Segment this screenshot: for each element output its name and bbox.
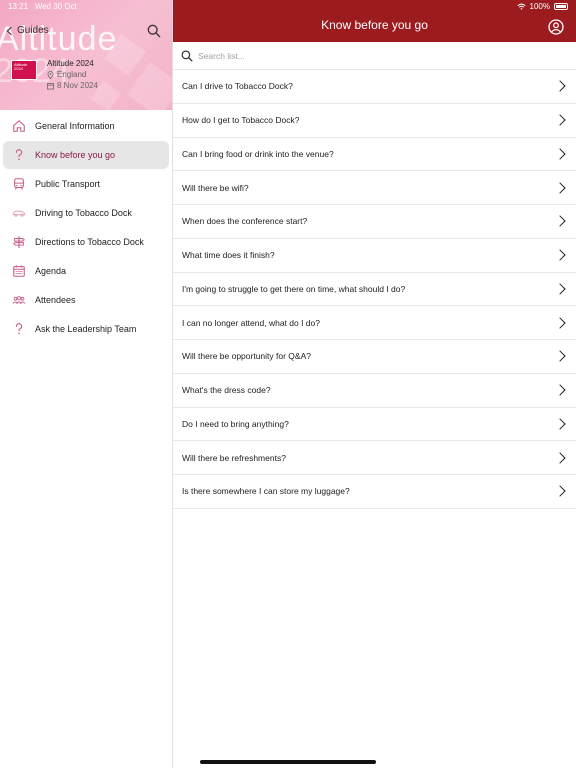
list-item-label: What time does it finish? bbox=[182, 250, 275, 261]
sidebar-item-directions[interactable]: Directions to Tobacco Dock bbox=[3, 228, 169, 256]
chevron-left-icon bbox=[6, 26, 16, 35]
home-indicator[interactable] bbox=[200, 760, 376, 764]
list-item[interactable]: What time does it finish? bbox=[173, 239, 576, 273]
chevron-right-icon bbox=[554, 80, 566, 93]
status-bar-right: 100% bbox=[516, 2, 568, 11]
chevron-right-icon bbox=[554, 384, 566, 396]
people-icon bbox=[12, 296, 26, 304]
chevron-right-icon bbox=[554, 350, 566, 363]
list-item-label: Is there somewhere I can store my luggag… bbox=[182, 486, 350, 497]
list-item-label: Do I need to bring anything? bbox=[182, 418, 289, 429]
logo-text: Altitude 2024 bbox=[14, 62, 28, 72]
list-item[interactable]: Will there be refreshments? bbox=[173, 441, 576, 475]
chevron-right-icon bbox=[554, 181, 566, 194]
sidebar-item-label: Ask the Leadership Team bbox=[35, 324, 137, 334]
list-item[interactable]: What's the dress code? bbox=[173, 374, 576, 408]
list-item-label: I'm going to struggle to get there on ti… bbox=[182, 283, 406, 294]
list-item-label: Will there be opportunity for Q&A? bbox=[182, 351, 311, 362]
sidebar-item-label: Directions to Tobacco Dock bbox=[35, 237, 144, 247]
sidebar-item-label: Know before you go bbox=[35, 150, 116, 160]
list-item[interactable]: When does the conference start? bbox=[173, 205, 576, 239]
search-icon[interactable] bbox=[147, 24, 161, 38]
list-item-label: I can no longer attend, what do I do? bbox=[182, 317, 320, 328]
chevron-right-icon bbox=[554, 283, 566, 295]
chevron-right-icon bbox=[554, 114, 566, 126]
battery-icon bbox=[554, 3, 568, 10]
car-icon bbox=[12, 210, 26, 217]
status-date: Wed 30 Oct bbox=[34, 2, 77, 11]
search-icon bbox=[181, 50, 193, 62]
list-item[interactable]: Is there somewhere I can store my luggag… bbox=[173, 475, 576, 509]
chevron-right-icon bbox=[554, 148, 566, 160]
list-item[interactable]: Can I bring food or drink into the venue… bbox=[173, 138, 576, 172]
sidebar-item-label: Attendees bbox=[35, 295, 76, 305]
header-bar: 100% Know before you go bbox=[173, 0, 576, 42]
event-location: England bbox=[47, 70, 86, 79]
list-item[interactable]: I can no longer attend, what do I do? bbox=[173, 306, 576, 340]
event-date-text: 8 Nov 2024 bbox=[57, 81, 98, 90]
sidebar-item-label: Driving to Tobacco Dock bbox=[35, 208, 132, 218]
app-window: Altitude 2024 13:21 Wed 30 Oct Guides Al… bbox=[0, 0, 576, 768]
sidebar-item-public-transport[interactable]: Public Transport bbox=[3, 170, 169, 198]
decor-shape bbox=[127, 62, 172, 110]
sidebar-item-label: Public Transport bbox=[35, 179, 101, 189]
question-icon bbox=[15, 149, 23, 161]
list-item[interactable]: Do I need to bring anything? bbox=[173, 408, 576, 442]
page-title: Know before you go bbox=[321, 18, 428, 32]
sidebar-item-label: Agenda bbox=[35, 266, 67, 276]
sidebar-nav: General Information Know before you go P… bbox=[0, 110, 172, 343]
list-item[interactable]: Will there be wifi? bbox=[173, 171, 576, 205]
back-label: Guides bbox=[17, 25, 49, 36]
sidebar: Altitude 2024 13:21 Wed 30 Oct Guides Al… bbox=[0, 0, 173, 768]
chevron-right-icon bbox=[554, 249, 566, 261]
list-item[interactable]: Can I drive to Tobacco Dock? bbox=[173, 70, 576, 104]
sidebar-item-general-information[interactable]: General Information bbox=[3, 112, 169, 140]
list-item-label: Can I drive to Tobacco Dock? bbox=[182, 81, 293, 92]
sidebar-item-ask-leadership[interactable]: Ask the Leadership Team bbox=[3, 315, 169, 343]
chevron-right-icon bbox=[554, 451, 566, 464]
list-item-label: Can I bring food or drink into the venue… bbox=[182, 148, 334, 159]
list-item-label: Will there be refreshments? bbox=[182, 452, 286, 463]
chevron-right-icon bbox=[554, 485, 566, 498]
search-input[interactable] bbox=[198, 50, 498, 61]
event-header: Altitude 2024 13:21 Wed 30 Oct Guides Al… bbox=[0, 0, 172, 110]
back-button[interactable]: Guides bbox=[6, 25, 49, 36]
chevron-right-icon bbox=[554, 215, 566, 228]
profile-icon[interactable] bbox=[548, 19, 564, 35]
faq-list: Can I drive to Tobacco Dock? How do I ge… bbox=[173, 70, 576, 509]
sidebar-item-attendees[interactable]: Attendees bbox=[3, 286, 169, 314]
search-bar bbox=[173, 42, 576, 70]
wifi-icon bbox=[516, 3, 526, 10]
sidebar-item-driving[interactable]: Driving to Tobacco Dock bbox=[3, 199, 169, 227]
home-icon bbox=[13, 120, 25, 132]
location-pin-icon bbox=[47, 70, 54, 79]
main-panel: 100% Know before you go Can I drive to T… bbox=[173, 0, 576, 768]
event-date: 8 Nov 2024 bbox=[47, 81, 98, 90]
status-time: 13:21 bbox=[8, 2, 29, 11]
bus-icon bbox=[14, 178, 24, 190]
chevron-right-icon bbox=[554, 316, 566, 329]
status-time-date: 13:21 Wed 30 Oct bbox=[8, 2, 77, 11]
event-logo: Altitude 2024 bbox=[11, 60, 37, 80]
event-name: Altitude 2024 bbox=[47, 59, 94, 68]
list-item-label: Will there be wifi? bbox=[182, 182, 249, 193]
sidebar-item-know-before-you-go[interactable]: Know before you go bbox=[3, 141, 169, 169]
sidebar-item-agenda[interactable]: Agenda bbox=[3, 257, 169, 285]
signpost-icon bbox=[12, 236, 26, 249]
list-item-label: When does the conference start? bbox=[182, 216, 308, 227]
event-location-text: England bbox=[57, 70, 87, 79]
battery-percent: 100% bbox=[529, 2, 550, 11]
list-item-label: How do I get to Tobacco Dock? bbox=[182, 115, 300, 126]
list-item[interactable]: How do I get to Tobacco Dock? bbox=[173, 104, 576, 138]
list-item[interactable]: Will there be opportunity for Q&A? bbox=[173, 340, 576, 374]
sidebar-item-label: General Information bbox=[35, 121, 115, 131]
calendar-icon bbox=[13, 265, 25, 277]
calendar-small-icon bbox=[47, 82, 54, 89]
list-item-label: What's the dress code? bbox=[182, 385, 271, 396]
chevron-right-icon bbox=[554, 418, 566, 430]
list-item[interactable]: I'm going to struggle to get there on ti… bbox=[173, 273, 576, 307]
question-icon bbox=[15, 323, 23, 335]
